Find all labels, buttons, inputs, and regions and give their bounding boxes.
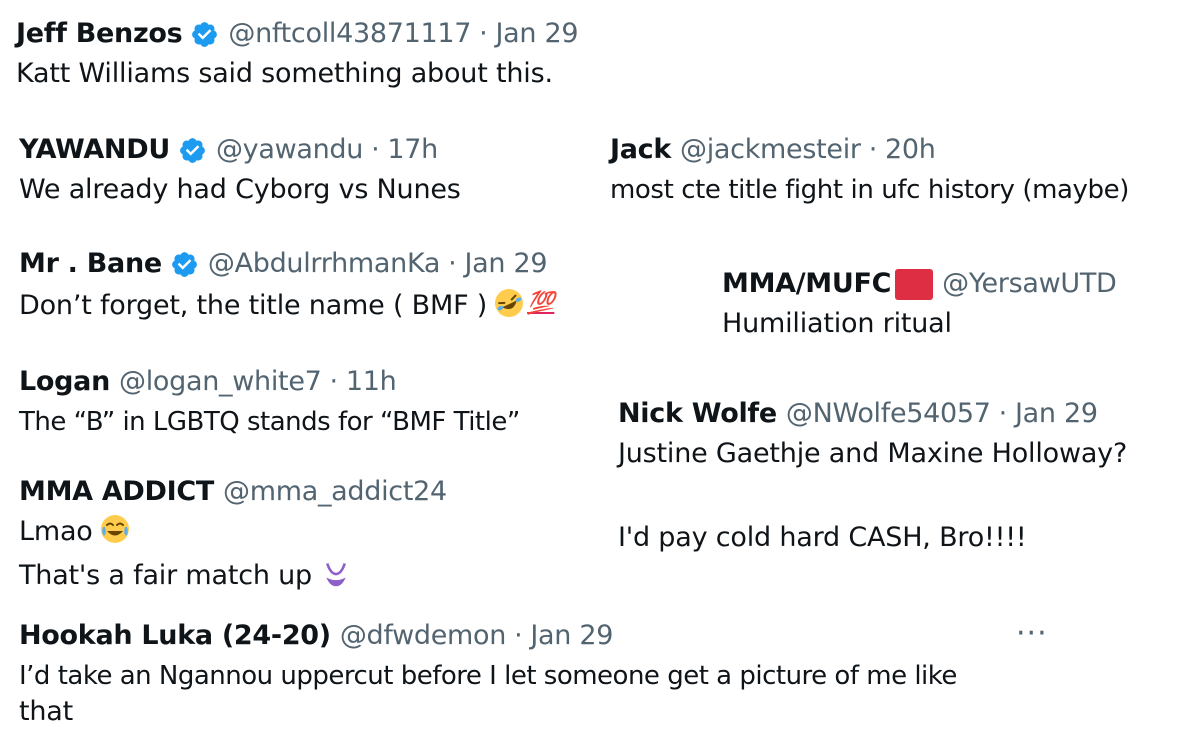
tweet-yawandu[interactable]: YAWANDU @yawandu · 17h We already had Cy… [19, 132, 461, 212]
tweet-jack[interactable]: Jack @jackmesteir · 20h most cte title f… [610, 132, 1129, 212]
tweet-text-row-2: That's a fair match up [19, 554, 447, 598]
tweet-text: Don’t forget, the title name ( BMF ) [19, 290, 488, 321]
tweet-text: Katt Williams said something about this. [16, 58, 553, 89]
tweet-text-line-2: I'd pay cold hard CASH, Bro!!!! [618, 522, 1027, 553]
tweet-mma-mufc[interactable]: MMA/MUFC @YersawUTD Humiliation ritual [722, 266, 1117, 346]
separator-dot: · [329, 366, 339, 397]
verified-badge-icon [171, 251, 197, 277]
tears-of-joy-emoji [100, 515, 129, 543]
author-name[interactable]: YAWANDU [19, 132, 170, 168]
timestamp[interactable]: 11h [346, 364, 397, 400]
author-name[interactable]: MMA/MUFC [722, 266, 891, 302]
tweet-nick-wolfe[interactable]: Nick Wolfe @NWolfe54057 · Jan 29 Justine… [618, 396, 1127, 560]
tweet-mr-bane[interactable]: Mr . Bane @AbdulrrhmanKa · Jan 29 Don’t … [19, 246, 555, 328]
tweet-text: most cte title fight in ufc history (may… [610, 175, 1129, 205]
timestamp[interactable]: Jan 29 [1015, 396, 1098, 432]
red-square-flag-icon [895, 268, 934, 300]
author-name[interactable]: Hookah Luka (24-20) [19, 618, 331, 654]
more-options-icon[interactable]: ··· [1016, 616, 1048, 651]
separator-dot: · [514, 620, 523, 651]
tweet-text: We already had Cyborg vs Nunes [19, 174, 461, 205]
tweet-text: The “B” in LGBTQ stands for “BMF Title” [19, 407, 520, 437]
tweet-text-row: Lmao [19, 510, 447, 554]
author-name[interactable]: MMA ADDICT [19, 474, 214, 510]
rolling-laughing-emoji [495, 289, 524, 317]
author-name[interactable]: Nick Wolfe [618, 396, 777, 432]
separator-dot: · [868, 134, 878, 165]
timestamp[interactable]: Jan 29 [530, 618, 613, 654]
author-handle[interactable]: @YersawUTD [942, 266, 1117, 302]
tweet-text: Humiliation ritual [722, 308, 952, 339]
hundred-points-emoji: 💯 [527, 291, 555, 316]
tweet-jeff-benzos[interactable]: Jeff Benzos @nftcoll43871117 · Jan 29 Ka… [16, 16, 579, 96]
author-handle[interactable]: @yawandu [216, 132, 363, 168]
timestamp[interactable]: Jan 29 [464, 246, 547, 282]
separator-dot: · [998, 398, 1008, 429]
author-handle[interactable]: @dfwdemon [340, 618, 507, 654]
tweet-text-line-2: That's a fair match up [19, 560, 312, 591]
author-handle[interactable]: @nftcoll43871117 [228, 16, 471, 52]
tweet-text: Justine Gaethje and Maxine Holloway? [618, 438, 1128, 469]
author-handle[interactable]: @jackmesteir [680, 132, 861, 168]
tweet-text: Lmao [19, 516, 93, 547]
verified-badge-icon [180, 137, 205, 163]
author-name[interactable]: Mr . Bane [19, 246, 162, 282]
tweet-mma-addict[interactable]: MMA ADDICT @mma_addict24 Lmao That's a f… [19, 474, 447, 598]
author-name[interactable]: Logan [19, 364, 110, 400]
author-name[interactable]: Jeff Benzos [16, 16, 183, 52]
timestamp[interactable]: Jan 29 [495, 16, 578, 52]
author-handle[interactable]: @logan_white7 [119, 364, 322, 400]
separator-dot: · [479, 18, 488, 49]
tweet-hookah-luka[interactable]: Hookah Luka (24-20) @dfwdemon · Jan 29 I… [19, 618, 957, 734]
separator-dot: · [448, 248, 457, 279]
verified-badge-icon [192, 21, 218, 47]
timestamp[interactable]: 20h [885, 132, 936, 168]
author-handle[interactable]: @mma_addict24 [223, 474, 447, 510]
author-handle[interactable]: @AbdulrrhmanKa [208, 246, 441, 282]
tweet-text-row: Don’t forget, the title name ( BMF ) 💯 [19, 282, 555, 328]
timestamp[interactable]: 17h [387, 132, 438, 168]
author-handle[interactable]: @NWolfe54057 [786, 396, 991, 432]
tweet-logan[interactable]: Logan @logan_white7 · 11h The “B” in LGB… [19, 364, 520, 444]
separator-dot: · [371, 134, 380, 165]
tweet-text: I’d take an Ngannou uppercut before I le… [19, 661, 957, 691]
author-name[interactable]: Jack [610, 132, 671, 168]
bikini-emoji [326, 563, 346, 587]
